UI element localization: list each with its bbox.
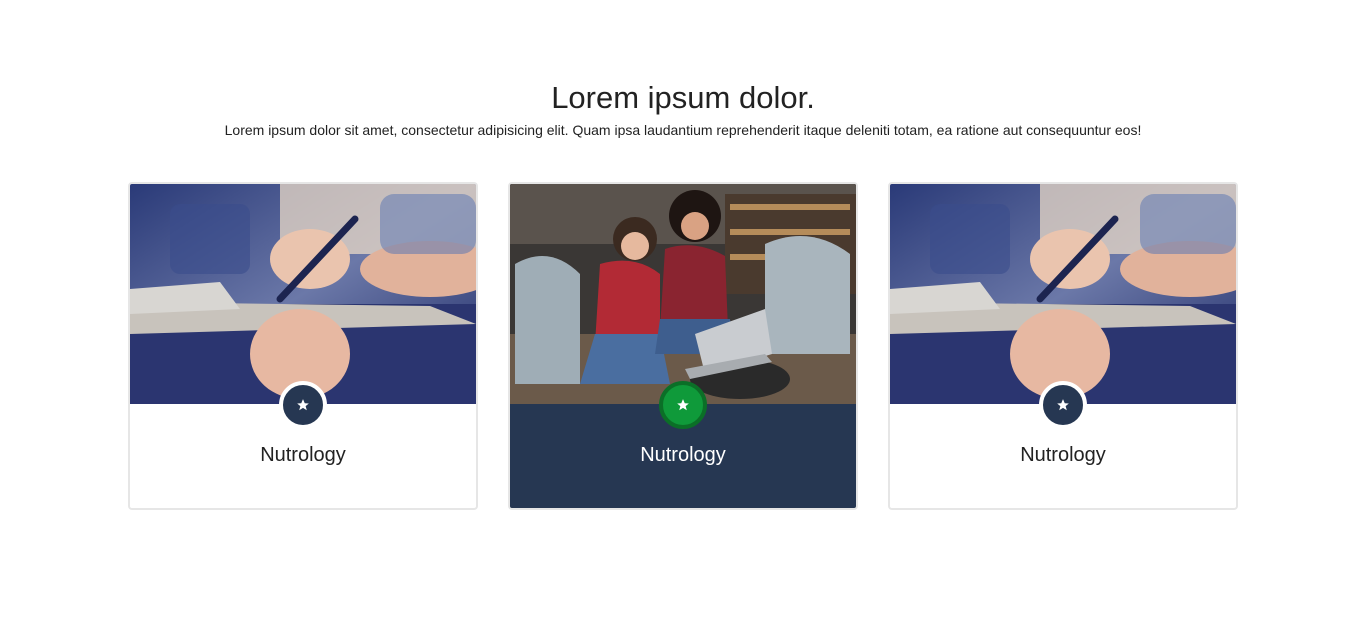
- star-badge: [279, 381, 327, 429]
- card-image-writing-notes: [890, 184, 1236, 404]
- service-card[interactable]: Nutrology: [888, 182, 1238, 510]
- star-icon: [297, 399, 309, 411]
- service-card-active[interactable]: Nutrology: [508, 182, 858, 510]
- star-badge-active: [659, 381, 707, 429]
- star-icon: [1057, 399, 1069, 411]
- card-image-writing-notes: [130, 184, 476, 404]
- service-card[interactable]: Nutrology: [128, 182, 478, 510]
- section-subtitle: Lorem ipsum dolor sit amet, consectetur …: [224, 122, 1142, 138]
- card-image-students-laptop: [510, 184, 856, 404]
- star-badge: [1039, 381, 1087, 429]
- card-title: Nutrology: [260, 444, 346, 466]
- star-icon: [677, 399, 689, 411]
- card-title: Nutrology: [640, 444, 726, 466]
- card-title: Nutrology: [1020, 444, 1106, 466]
- section-title: Lorem ipsum dolor.: [551, 80, 815, 115]
